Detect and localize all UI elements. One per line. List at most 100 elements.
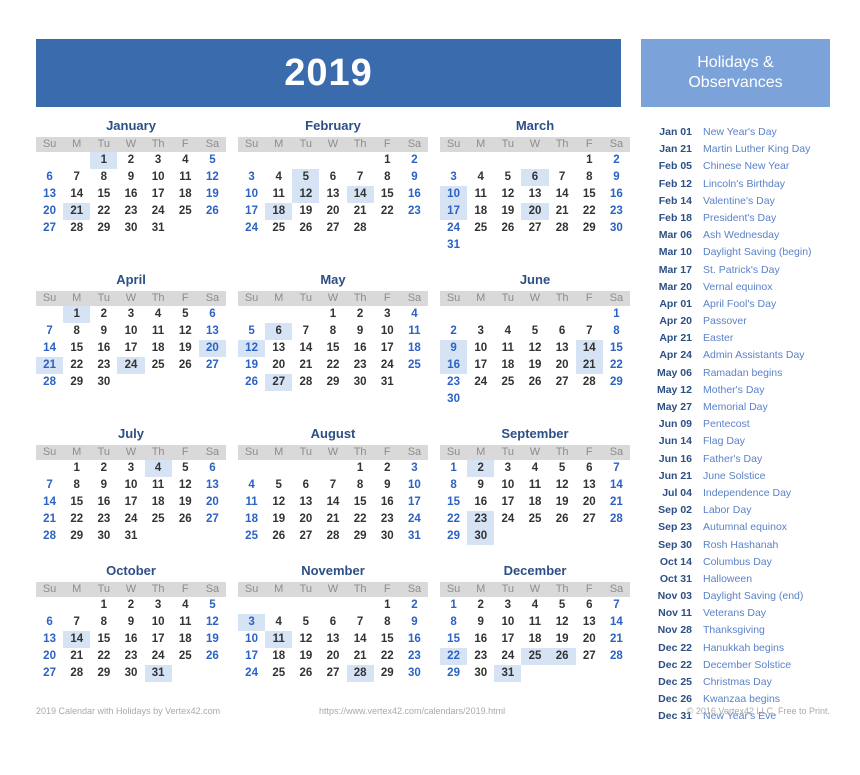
day-cell[interactable]: 21 — [549, 203, 576, 220]
day-cell[interactable]: 19 — [172, 340, 199, 357]
day-cell[interactable]: 28 — [292, 374, 319, 391]
day-cell[interactable]: 5 — [172, 306, 199, 323]
day-cell[interactable]: 25 — [145, 511, 172, 528]
day-cell[interactable]: 11 — [494, 340, 521, 357]
day-cell[interactable]: 16 — [440, 357, 468, 374]
day-cell[interactable]: 21 — [63, 648, 90, 665]
day-cell[interactable]: 14 — [603, 614, 630, 631]
day-cell[interactable]: 16 — [401, 631, 428, 648]
day-cell[interactable]: 8 — [63, 323, 90, 340]
day-cell[interactable]: 17 — [238, 648, 265, 665]
day-cell[interactable]: 10 — [440, 186, 468, 203]
day-cell[interactable]: 16 — [90, 340, 117, 357]
day-cell[interactable]: 4 — [172, 597, 199, 614]
day-cell[interactable]: 15 — [374, 186, 401, 203]
day-cell[interactable]: 21 — [319, 511, 346, 528]
day-cell[interactable]: 4 — [265, 169, 292, 186]
day-cell[interactable]: 3 — [145, 597, 172, 614]
day-cell[interactable]: 17 — [494, 631, 521, 648]
day-cell[interactable]: 5 — [199, 597, 226, 614]
day-cell[interactable]: 10 — [374, 323, 401, 340]
day-cell[interactable]: 27 — [576, 511, 603, 528]
day-cell[interactable]: 31 — [117, 528, 144, 545]
day-cell[interactable]: 15 — [374, 631, 401, 648]
day-cell[interactable]: 16 — [401, 186, 428, 203]
day-cell[interactable]: 16 — [467, 631, 494, 648]
day-cell[interactable]: 24 — [494, 648, 521, 665]
day-cell[interactable]: 10 — [467, 340, 494, 357]
day-cell[interactable]: 23 — [401, 203, 428, 220]
day-cell[interactable]: 12 — [172, 477, 199, 494]
day-cell[interactable]: 11 — [265, 186, 292, 203]
day-cell[interactable]: 10 — [494, 614, 521, 631]
day-cell[interactable]: 14 — [347, 631, 374, 648]
day-cell[interactable]: 28 — [319, 528, 346, 545]
day-cell[interactable]: 13 — [199, 323, 226, 340]
day-cell[interactable]: 28 — [63, 665, 90, 682]
day-cell[interactable]: 12 — [199, 614, 226, 631]
day-cell[interactable]: 26 — [199, 203, 226, 220]
day-cell[interactable]: 6 — [36, 169, 63, 186]
day-cell[interactable]: 7 — [63, 614, 90, 631]
day-cell[interactable]: 2 — [401, 152, 428, 169]
day-cell[interactable]: 6 — [576, 597, 603, 614]
day-cell[interactable]: 14 — [292, 340, 319, 357]
day-cell[interactable]: 28 — [603, 648, 630, 665]
day-cell[interactable]: 13 — [36, 186, 63, 203]
day-cell[interactable]: 14 — [36, 340, 63, 357]
day-cell[interactable]: 20 — [521, 203, 549, 220]
day-cell[interactable]: 27 — [576, 648, 603, 665]
day-cell[interactable]: 13 — [576, 614, 603, 631]
day-cell[interactable]: 9 — [401, 614, 428, 631]
day-cell[interactable]: 3 — [494, 460, 521, 477]
day-cell[interactable]: 31 — [374, 374, 401, 391]
day-cell[interactable]: 29 — [63, 374, 90, 391]
day-cell[interactable]: 19 — [521, 357, 548, 374]
day-cell[interactable]: 11 — [521, 477, 548, 494]
day-cell[interactable]: 1 — [63, 460, 90, 477]
day-cell[interactable]: 27 — [36, 665, 63, 682]
day-cell[interactable]: 6 — [199, 460, 226, 477]
day-cell[interactable]: 5 — [292, 169, 320, 186]
footer-url[interactable]: https://www.vertex42.com/calendars/2019.… — [319, 706, 505, 716]
day-cell[interactable]: 2 — [347, 306, 374, 323]
day-cell[interactable]: 1 — [576, 152, 603, 169]
day-cell[interactable]: 24 — [238, 220, 265, 237]
day-cell[interactable]: 13 — [549, 340, 576, 357]
day-cell[interactable]: 9 — [90, 323, 117, 340]
day-cell[interactable]: 28 — [36, 528, 63, 545]
day-cell[interactable]: 10 — [401, 477, 428, 494]
day-cell[interactable]: 9 — [467, 477, 494, 494]
day-cell[interactable]: 20 — [576, 494, 603, 511]
day-cell[interactable]: 3 — [374, 306, 401, 323]
day-cell[interactable]: 20 — [198, 340, 226, 357]
day-cell[interactable]: 26 — [549, 511, 576, 528]
day-cell[interactable]: 9 — [467, 614, 494, 631]
day-cell[interactable]: 26 — [199, 648, 226, 665]
day-cell[interactable]: 13 — [319, 631, 346, 648]
day-cell[interactable]: 15 — [603, 340, 630, 357]
day-cell[interactable]: 22 — [374, 648, 401, 665]
day-cell[interactable]: 6 — [549, 323, 576, 340]
day-cell[interactable]: 27 — [199, 357, 226, 374]
day-cell[interactable]: 17 — [467, 357, 494, 374]
day-cell[interactable]: 14 — [36, 494, 63, 511]
day-cell[interactable]: 17 — [117, 340, 144, 357]
day-cell[interactable]: 26 — [172, 357, 199, 374]
day-cell[interactable]: 23 — [117, 648, 144, 665]
day-cell[interactable]: 11 — [172, 169, 199, 186]
day-cell[interactable]: 24 — [374, 357, 401, 374]
day-cell[interactable]: 29 — [440, 528, 467, 545]
day-cell[interactable]: 25 — [265, 665, 292, 682]
day-cell[interactable]: 20 — [549, 357, 576, 374]
day-cell[interactable]: 6 — [521, 169, 549, 186]
day-cell[interactable]: 5 — [265, 477, 292, 494]
day-cell[interactable]: 28 — [549, 220, 576, 237]
day-cell[interactable]: 21 — [63, 203, 91, 220]
day-cell[interactable]: 30 — [90, 528, 117, 545]
day-cell[interactable]: 29 — [603, 374, 630, 391]
day-cell[interactable]: 14 — [603, 477, 630, 494]
day-cell[interactable]: 30 — [90, 374, 117, 391]
day-cell[interactable]: 18 — [521, 494, 548, 511]
day-cell[interactable]: 18 — [172, 631, 199, 648]
